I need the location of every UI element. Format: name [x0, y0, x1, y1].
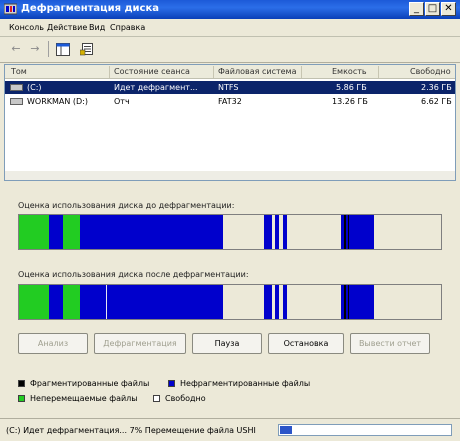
- close-button[interactable]: ✕: [441, 2, 456, 16]
- minimize-button[interactable]: _: [409, 2, 424, 16]
- menu-view[interactable]: Вид: [89, 23, 105, 32]
- unmovable-segment: [63, 285, 80, 319]
- volume-row-d[interactable]: WORKMAN (D:) Отч FAT32 13.26 ГБ 6.62 ГБ: [5, 95, 455, 108]
- volume-free: 2.36 ГБ: [421, 83, 452, 92]
- fragmented-segment: [344, 285, 346, 319]
- unmovable-segment: [19, 215, 49, 249]
- unmovable-segment: [19, 285, 49, 319]
- menu-action[interactable]: Действие: [47, 23, 87, 32]
- volume-capacity: 5.86 ГБ: [336, 83, 367, 92]
- drive-icon: [10, 98, 23, 105]
- contiguous-segment: [275, 215, 279, 249]
- horizontal-scrollbar[interactable]: [5, 171, 455, 180]
- contiguous-segment: [264, 285, 272, 319]
- volume-list: Том Состояние сеанса Файловая система Ем…: [4, 64, 456, 181]
- fragmented-segment: [348, 285, 349, 319]
- pause-button[interactable]: Пауза: [192, 333, 262, 354]
- menu-console[interactable]: Консоль: [9, 23, 44, 32]
- status-bar: (C:) Идет дефрагментация... 7% Перемещен…: [0, 418, 460, 441]
- legend-unmovable-label: Неперемещаемые файлы: [30, 394, 138, 403]
- fragmented-segment: [344, 215, 346, 249]
- toolbar-separator: [48, 41, 49, 57]
- before-analysis-label: Оценка использования диска до дефрагмент…: [18, 201, 235, 210]
- volume-status: Идет дефрагмент...: [114, 83, 198, 92]
- after-analysis-display: [18, 284, 442, 320]
- volume-status: Отч: [114, 97, 130, 106]
- back-arrow-icon[interactable]: ←: [8, 42, 24, 56]
- contiguous-segment: [275, 285, 279, 319]
- contiguous-swatch: [168, 380, 175, 387]
- defragment-button[interactable]: Дефрагментация: [94, 333, 186, 354]
- free-swatch: [153, 395, 160, 402]
- drive-icon: [10, 84, 23, 91]
- legend-fragmented-label: Фрагментированные файлы: [30, 379, 150, 388]
- contiguous-segment: [49, 285, 63, 319]
- defrag-progress-bar: [278, 424, 452, 436]
- volume-name: (C:): [27, 83, 42, 92]
- fragmented-swatch: [18, 380, 25, 387]
- forward-arrow-icon[interactable]: →: [27, 42, 43, 56]
- legend-contiguous-label: Нефрагментированные файлы: [180, 379, 311, 388]
- column-capacity[interactable]: Емкость: [332, 67, 367, 76]
- column-volume[interactable]: Том: [11, 67, 27, 76]
- list-header: Том Состояние сеанса Файловая система Ем…: [5, 65, 455, 79]
- legend-free-label: Свободно: [165, 394, 206, 403]
- before-analysis-display: [18, 214, 442, 250]
- title-bar: Дефрагментация диска _ □ ✕: [0, 0, 460, 19]
- unmovable-segment: [63, 215, 80, 249]
- contiguous-segment: [264, 215, 272, 249]
- maximize-button[interactable]: □: [425, 2, 440, 16]
- analyze-button[interactable]: Анализ: [18, 333, 88, 354]
- stop-button[interactable]: Остановка: [268, 333, 344, 354]
- column-free[interactable]: Свободно: [410, 67, 451, 76]
- volume-capacity: 13.26 ГБ: [332, 97, 368, 106]
- menu-bar: Консоль Действие Вид Справка: [0, 19, 460, 37]
- volume-name: WORKMAN (D:): [27, 97, 89, 106]
- fragmented-segment: [348, 215, 349, 249]
- toolbar: ← →: [0, 37, 460, 63]
- view-report-button[interactable]: Вывести отчет: [350, 333, 430, 354]
- contiguous-segment: [283, 215, 287, 249]
- properties-icon[interactable]: [80, 42, 94, 56]
- contiguous-segment: [80, 285, 223, 319]
- contiguous-segment: [283, 285, 287, 319]
- contiguous-segment: [49, 215, 63, 249]
- column-filesystem[interactable]: Файловая система: [218, 67, 296, 76]
- menu-help[interactable]: Справка: [110, 23, 145, 32]
- volume-filesystem: FAT32: [218, 97, 242, 106]
- contiguous-segment: [80, 215, 223, 249]
- volume-filesystem: NTFS: [218, 83, 239, 92]
- console-tree-icon[interactable]: [56, 43, 70, 56]
- column-status[interactable]: Состояние сеанса: [114, 67, 190, 76]
- volume-row-c[interactable]: (C:) Идет дефрагмент... NTFS 5.86 ГБ 2.3…: [5, 81, 455, 94]
- progress-fill: [280, 426, 292, 434]
- volume-free: 6.62 ГБ: [421, 97, 452, 106]
- defrag-app-icon: [4, 3, 17, 15]
- window-title: Дефрагментация диска: [21, 3, 160, 14]
- unmovable-swatch: [18, 395, 25, 402]
- status-text: (C:) Идет дефрагментация... 7% Перемещен…: [6, 426, 256, 435]
- gap-segment: [106, 285, 107, 319]
- after-analysis-label: Оценка использования диска после дефрагм…: [18, 270, 249, 279]
